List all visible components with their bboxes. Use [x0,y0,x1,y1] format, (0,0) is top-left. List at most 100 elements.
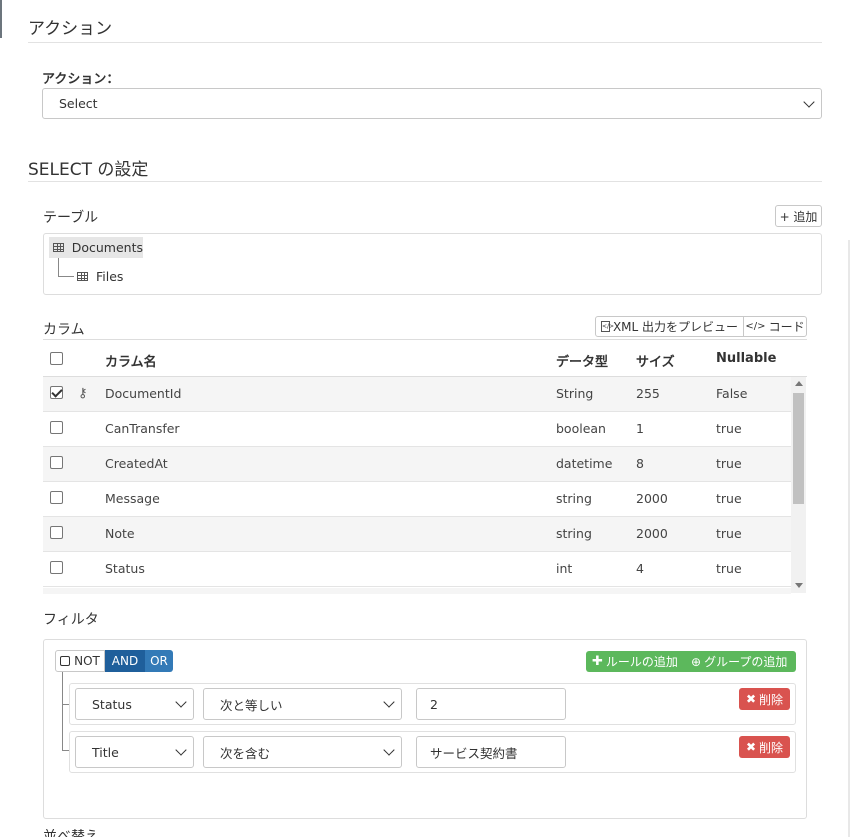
rule-field-select[interactable]: Title [75,736,194,768]
cell-size: 2000 [636,491,668,506]
rule-value-input[interactable]: サービス契約書 [416,736,566,768]
code-button-label: コード [768,320,805,334]
chevron-down-icon [175,744,187,756]
cell-nullable: False [716,386,748,401]
tree-connector [58,258,59,276]
cell-nullable: true [716,491,742,506]
scroll-down-arrow-icon[interactable] [795,583,803,588]
row-checkbox[interactable] [50,491,63,504]
code-icon: </> [745,321,766,332]
rule-operator-value: 次と等しい [220,697,283,713]
cell-name: CreatedAt [105,456,168,471]
plus-icon: ✚ [592,654,603,669]
table-row[interactable]: Note string 2000 true [43,517,791,552]
rule-operator-select[interactable]: 次と等しい [203,688,402,720]
cell-size: 8 [636,456,644,471]
xml-file-icon: </> [600,321,615,332]
cell-nullable: true [716,421,742,436]
chevron-down-icon [803,95,815,108]
rule-operator-select[interactable]: 次を含む [203,736,402,768]
action-select-value: Select [59,96,98,111]
columns-label: カラム [43,322,85,338]
or-toggle[interactable]: OR [145,650,173,672]
code-button[interactable]: </> コード [743,316,807,337]
col-header-nullable: Nullable [716,351,777,366]
row-checkbox[interactable] [50,526,63,539]
col-header-name: カラム名 [105,355,157,370]
not-label: NOT [74,654,100,668]
add-table-button[interactable]: + 追加 [775,205,822,227]
col-header-size: サイズ [636,355,675,370]
table-row[interactable]: Message string 2000 true [43,482,791,517]
add-rule-label: ルールの追加 [605,655,678,669]
or-label: OR [150,654,168,668]
rule-value-input[interactable]: 2 [416,688,566,720]
preview-xml-button-label: XML 出力をプレビュー [612,320,739,334]
add-rule-button[interactable]: ✚ ルールの追加 [586,651,686,672]
cell-nullable: true [716,526,742,541]
action-section-title: アクション [28,19,113,39]
tree-node-label: Files [96,268,124,284]
not-toggle[interactable]: NOT [55,650,105,672]
sort-label: 並べ替え [43,829,99,837]
delete-rule-button[interactable]: ✖ 削除 [739,688,790,710]
table-scrollbar-thumb[interactable] [793,393,804,504]
cell-name: Message [105,491,160,506]
cell-nullable: true [716,456,742,471]
cell-type: String [556,386,594,401]
rule-field-value: Title [92,744,119,760]
preview-xml-button[interactable]: </> XML 出力をプレビュー [595,316,744,337]
tree-connector [58,276,74,277]
delete-label: 削除 [759,740,784,755]
row-checkbox[interactable] [50,421,63,434]
table-icon [53,243,64,252]
row-checkbox[interactable] [50,456,63,469]
and-toggle[interactable]: AND [105,650,145,672]
rule-value-text: サービス契約書 [430,745,518,761]
cell-type: int [556,561,573,576]
tables-label: テーブル [43,210,99,226]
cell-size: 1 [636,421,644,436]
chevron-down-icon [383,696,395,708]
col-header-type: データ型 [556,355,609,370]
delete-label: 削除 [759,692,784,707]
select-settings-title: SELECT の設定 [28,160,149,180]
tree-node-documents[interactable]: Documents [49,237,143,258]
row-checkbox[interactable] [50,561,63,574]
chevron-down-icon [175,696,187,708]
table-row[interactable]: CanTransfer boolean 1 true [43,412,791,447]
scroll-up-arrow-icon[interactable] [795,381,803,386]
add-table-button-label: + 追加 [779,209,818,224]
table-tree [43,233,822,295]
select-all-checkbox[interactable] [50,352,63,365]
table-row[interactable]: ⚷ DocumentId String 255 False [43,377,791,412]
cell-type: string [556,526,592,541]
cell-name: Status [105,561,145,576]
cell-name: Note [105,526,135,541]
add-group-button[interactable]: ⊕ グループの追加 [685,651,796,672]
cell-size: 2000 [636,526,668,541]
divider [28,181,822,182]
rule-field-select[interactable]: Status [75,688,194,720]
action-field-label: アクション： [42,72,120,87]
cell-type: datetime [556,456,613,471]
tree-node-label: Documents [71,240,143,255]
cell-type: string [556,491,592,506]
row-checkbox[interactable] [50,386,63,399]
close-icon: ✖ [745,740,757,754]
table-row[interactable]: Status int 4 true [43,552,791,587]
section-accent-bar [0,0,2,38]
not-checkbox-icon [60,656,71,666]
cell-type: boolean [556,421,606,436]
and-label: AND [111,654,139,668]
table-row[interactable]: CreatedAt datetime 8 true [43,447,791,482]
key-icon: ⚷ [78,386,88,401]
tree-node-files[interactable]: Files [75,266,123,286]
add-group-label: グループの追加 [704,655,788,669]
action-select[interactable]: Select [42,88,822,119]
delete-rule-button[interactable]: ✖ 削除 [739,736,790,758]
rule-field-value: Status [92,696,132,712]
cell-name: DocumentId [105,386,182,401]
plus-circle-icon: ⊕ [691,654,702,669]
cell-nullable: true [716,561,742,576]
